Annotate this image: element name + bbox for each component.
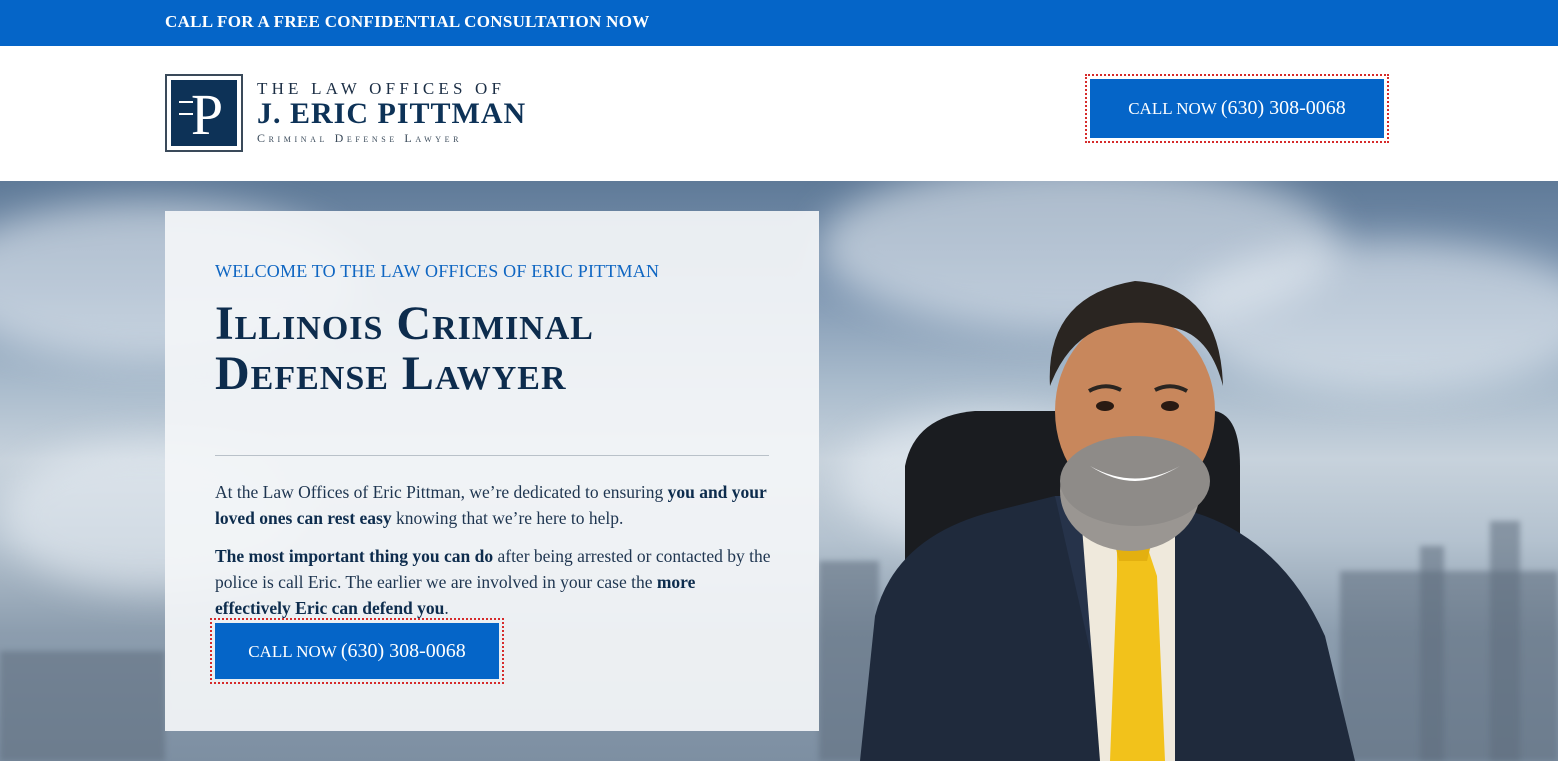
hero-call-now-button[interactable]: CALL NOW (630) 308-0068 — [215, 623, 499, 679]
hero-headline-line-1: Illinois Criminal — [215, 297, 594, 350]
hero-call-button-focus-ring: CALL NOW (630) 308-0068 — [210, 618, 504, 684]
hero-paragraph-1: At the Law Offices of Eric Pittman, we’r… — [215, 482, 767, 528]
logo-line-1: THE LAW OFFICES OF — [257, 79, 506, 98]
logo-monogram-icon: P — [165, 74, 243, 152]
hero-intro-card: WELCOME TO THE LAW OFFICES OF ERIC PITTM… — [165, 211, 819, 731]
site-header: P THE LAW OFFICES OF J. ERIC PITTMAN Cri… — [0, 46, 1558, 181]
hero-eyebrow: WELCOME TO THE LAW OFFICES OF ERIC PITTM… — [215, 261, 660, 281]
consultation-banner-text: CALL FOR A FREE CONFIDENTIAL CONSULTATIO… — [165, 12, 650, 31]
hero-divider — [215, 455, 769, 456]
hero-headline-line-2: Defense Lawyer — [215, 347, 567, 400]
header-phone-number: (630) 308-0068 — [1220, 97, 1346, 119]
hero-paragraph-2: The most important thing you can do afte… — [215, 546, 771, 618]
top-announcement-bar: CALL FOR A FREE CONFIDENTIAL CONSULTATIO… — [0, 0, 1558, 46]
header-call-button-focus-ring: CALL NOW (630) 308-0068 — [1085, 74, 1389, 143]
hero-call-label: CALL NOW — [248, 642, 337, 661]
hero-headline: Illinois Criminal Defense Lawyer — [215, 299, 594, 399]
attorney-portrait — [860, 281, 1355, 761]
header-call-label: CALL NOW — [1128, 99, 1217, 118]
site-logo[interactable]: P THE LAW OFFICES OF J. ERIC PITTMAN Cri… — [165, 74, 526, 152]
logo-tagline: Criminal Defense Lawyer — [257, 131, 463, 145]
logo-name: J. ERIC PITTMAN — [257, 97, 527, 130]
hero-phone-number: (630) 308-0068 — [340, 640, 466, 662]
hero-section: WELCOME TO THE LAW OFFICES OF ERIC PITTM… — [0, 181, 1558, 761]
header-call-now-button[interactable]: CALL NOW (630) 308-0068 — [1090, 79, 1384, 138]
logo-monogram-letter: P — [191, 82, 223, 146]
